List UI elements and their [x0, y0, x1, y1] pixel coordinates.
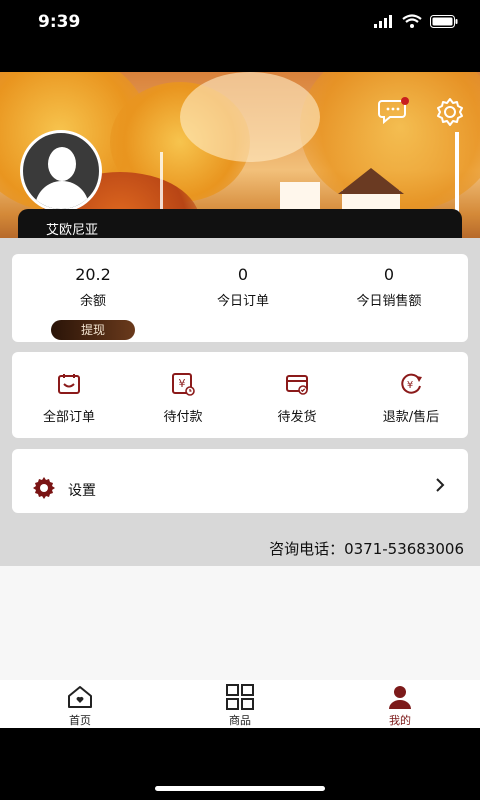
avatar[interactable] [20, 130, 102, 212]
user-icon [360, 684, 440, 710]
all-orders-icon [14, 372, 124, 396]
stat-today-sales[interactable]: 0 今日销售额 [314, 264, 464, 309]
tab-home[interactable]: 首页 [40, 684, 120, 728]
tab-label: 我的 [389, 714, 411, 727]
stat-value: 20.2 [75, 265, 111, 284]
stats-card: 20.2 余额 0 今日订单 0 今日销售额 提现 [12, 254, 468, 342]
grid-icon [200, 684, 280, 710]
tab-label: 首页 [69, 714, 91, 727]
signal-icon [374, 14, 392, 28]
settings-gear-icon[interactable] [434, 96, 466, 132]
settings-label: 设置 [68, 483, 96, 499]
order-label: 待发货 [277, 410, 317, 425]
order-pending-shipment[interactable]: 待发货 [242, 372, 352, 425]
order-label: 全部订单 [42, 410, 95, 425]
message-icon[interactable] [378, 97, 410, 129]
refund-icon: ¥ [356, 372, 466, 396]
order-label: 退款/售后 [382, 410, 440, 425]
home-indicator [155, 786, 325, 791]
tab-products[interactable]: 商品 [200, 684, 280, 728]
wifi-icon [402, 14, 422, 28]
svg-text:¥: ¥ [179, 377, 186, 390]
stat-value: 0 [237, 265, 249, 284]
chevron-right-icon [434, 477, 446, 497]
battery-icon [430, 14, 458, 28]
order-pending-payment[interactable]: ¥ 待付款 [128, 372, 238, 425]
stat-balance[interactable]: 20.2 余额 [18, 264, 168, 309]
status-bar: 9:39 [0, 0, 480, 44]
tab-bar: 首页 商品 我的 [0, 680, 480, 728]
order-all[interactable]: 全部订单 [14, 372, 124, 425]
order-refund[interactable]: ¥ 退款/售后 [356, 372, 466, 425]
svg-text:¥: ¥ [407, 380, 413, 391]
profile-name: 艾欧尼亚 [46, 223, 99, 238]
tab-label: 商品 [229, 714, 251, 727]
settings-icon [32, 476, 56, 504]
orders-card: 全部订单 ¥ 待付款 待发货 ¥ 退款/售后 [12, 352, 468, 438]
tab-mine[interactable]: 我的 [360, 684, 440, 728]
stat-label: 余额 [79, 294, 106, 309]
home-icon [40, 684, 120, 710]
contact-phone[interactable]: 咨询电话：0371-53683006 [269, 538, 464, 559]
status-icons [374, 14, 458, 28]
withdraw-button[interactable]: 提现 [51, 320, 135, 340]
stat-today-orders[interactable]: 0 今日订单 [168, 264, 318, 309]
profile-screen: 艾欧尼亚 20.2 余额 0 今日订单 0 今日销售额 提现 全部订单 ¥ 待付… [0, 72, 480, 728]
stat-value: 0 [383, 265, 395, 284]
pending-payment-icon: ¥ [128, 372, 238, 396]
status-time: 9:39 [38, 12, 81, 32]
stat-label: 今日销售额 [356, 294, 422, 309]
stat-label: 今日订单 [216, 294, 269, 309]
settings-row[interactable]: 设置 [12, 449, 468, 513]
order-label: 待付款 [163, 410, 203, 425]
pending-shipment-icon [242, 372, 352, 396]
